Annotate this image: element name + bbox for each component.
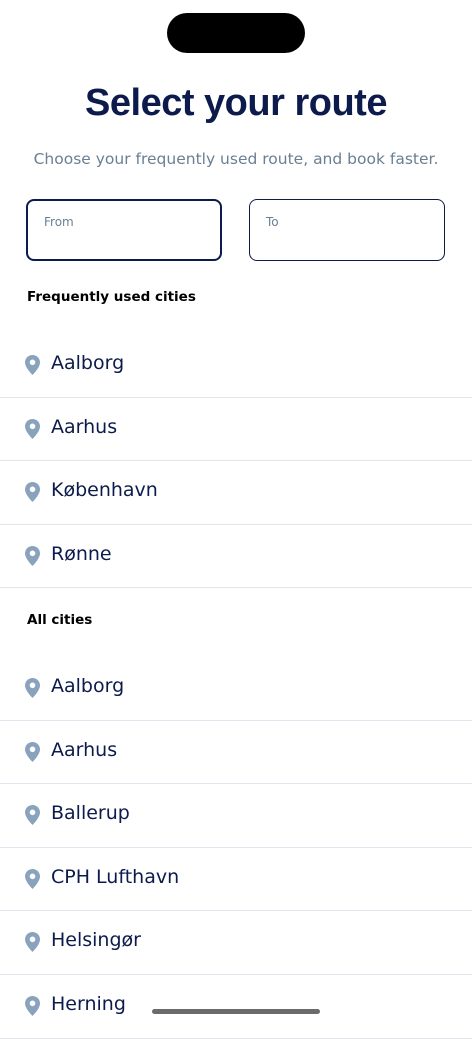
frequent-cities-list: Aalborg Aarhus København Rønne (0, 334, 472, 589)
all-cities-list: Aalborg Aarhus Ballerup CPH Lufthavn Hel… (0, 657, 472, 1039)
from-label: From (44, 215, 74, 229)
frequent-city-item[interactable]: Rønne (0, 525, 472, 589)
home-indicator[interactable] (152, 1009, 320, 1014)
city-name: Rønne (51, 542, 112, 565)
page-subtitle: Choose your frequently used route, and b… (33, 150, 439, 168)
location-pin-icon (25, 355, 40, 375)
location-pin-icon (25, 995, 40, 1016)
from-field[interactable]: From (26, 199, 222, 261)
all-cities-heading: All cities (27, 612, 93, 628)
city-item[interactable]: Ballerup (0, 784, 472, 848)
to-label: To (266, 215, 279, 229)
location-pin-icon (25, 805, 40, 826)
frequent-city-item[interactable]: Aarhus (0, 398, 472, 462)
location-pin-icon (25, 932, 40, 953)
dynamic-island (167, 13, 305, 53)
city-name: Aarhus (51, 415, 118, 438)
frequent-city-item[interactable]: Aalborg (0, 334, 472, 398)
city-name: Aalborg (51, 352, 125, 374)
from-input[interactable] (44, 231, 208, 253)
city-item[interactable]: CPH Lufthavn (0, 848, 472, 912)
city-item[interactable]: Herning (0, 975, 472, 1039)
city-name: Ballerup (51, 802, 130, 825)
location-pin-icon (25, 545, 40, 566)
city-item[interactable]: Aalborg (0, 657, 472, 721)
city-item[interactable]: Helsingør (0, 911, 472, 975)
frequent-cities-heading: Frequently used cities (27, 289, 196, 305)
city-name: CPH Lufthavn (51, 865, 180, 888)
frequent-city-item[interactable]: København (0, 461, 472, 525)
location-pin-icon (25, 482, 40, 503)
location-pin-icon (25, 418, 40, 439)
to-field[interactable]: To (249, 199, 445, 261)
city-name: Herning (51, 992, 126, 1015)
location-pin-icon (25, 868, 40, 889)
city-name: Aalborg (51, 675, 125, 697)
city-name: København (51, 479, 158, 502)
city-name: Helsingør (51, 929, 141, 952)
page-title: Select your route (85, 82, 387, 124)
city-item[interactable]: Aarhus (0, 721, 472, 785)
city-name: Aarhus (51, 738, 118, 761)
location-pin-icon (25, 741, 40, 762)
to-input[interactable] (266, 230, 432, 252)
location-pin-icon (25, 678, 40, 698)
